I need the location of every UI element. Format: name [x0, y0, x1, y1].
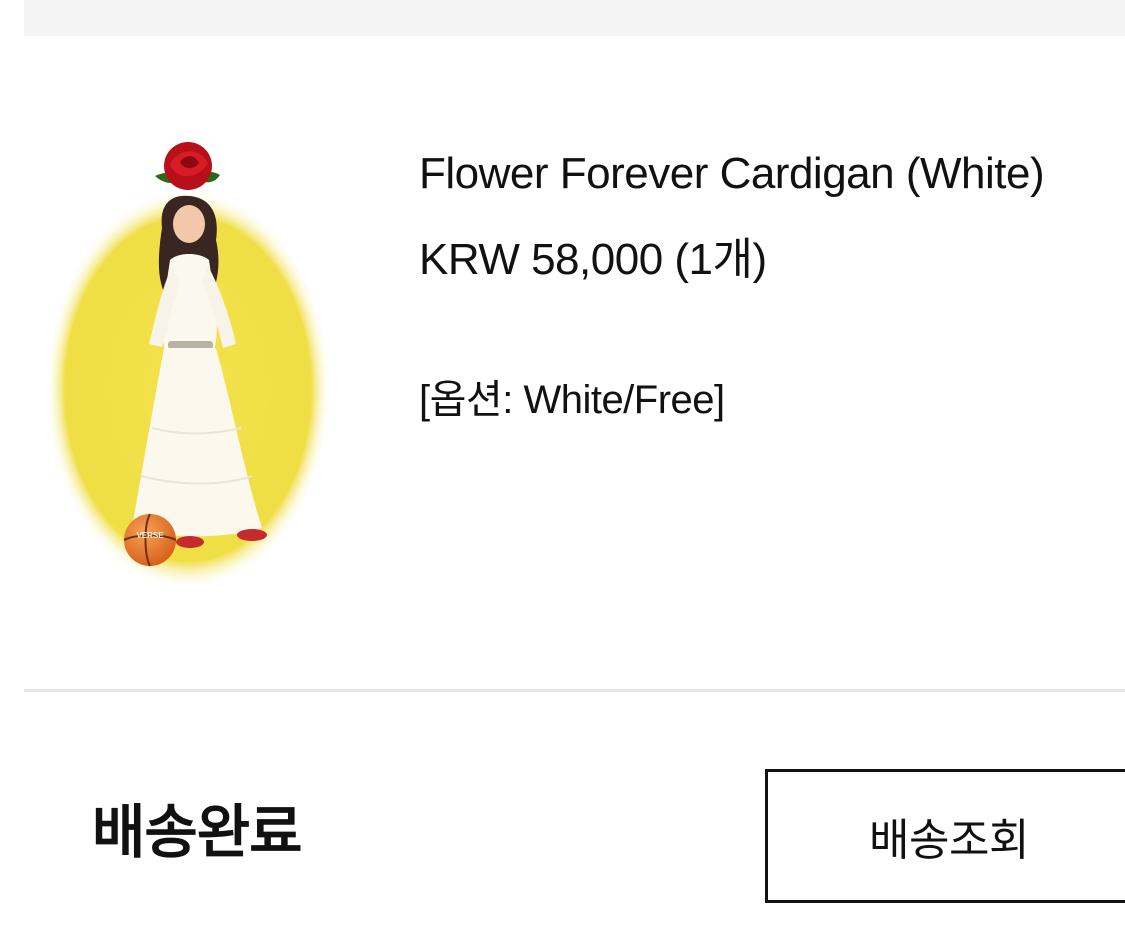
svg-text:VERSE: VERSE — [136, 531, 164, 540]
track-delivery-button[interactable]: 배송조회 — [765, 769, 1125, 903]
delivery-status: 배송완료 — [92, 800, 302, 865]
top-section-band — [24, 0, 1125, 36]
product-name[interactable]: Flower Forever Cardigan (White) — [419, 148, 1109, 200]
product-option: [옵션: White/Free] — [419, 378, 725, 422]
basketball-icon: VERSE — [123, 513, 177, 567]
product-thumbnail[interactable]: VERSE — [40, 136, 340, 586]
rose-icon — [155, 142, 220, 190]
product-info: Flower Forever Cardigan (White) KRW 58,0… — [419, 148, 1109, 424]
section-divider — [24, 689, 1125, 692]
product-price: KRW 58,000 (1개) — [419, 235, 767, 284]
